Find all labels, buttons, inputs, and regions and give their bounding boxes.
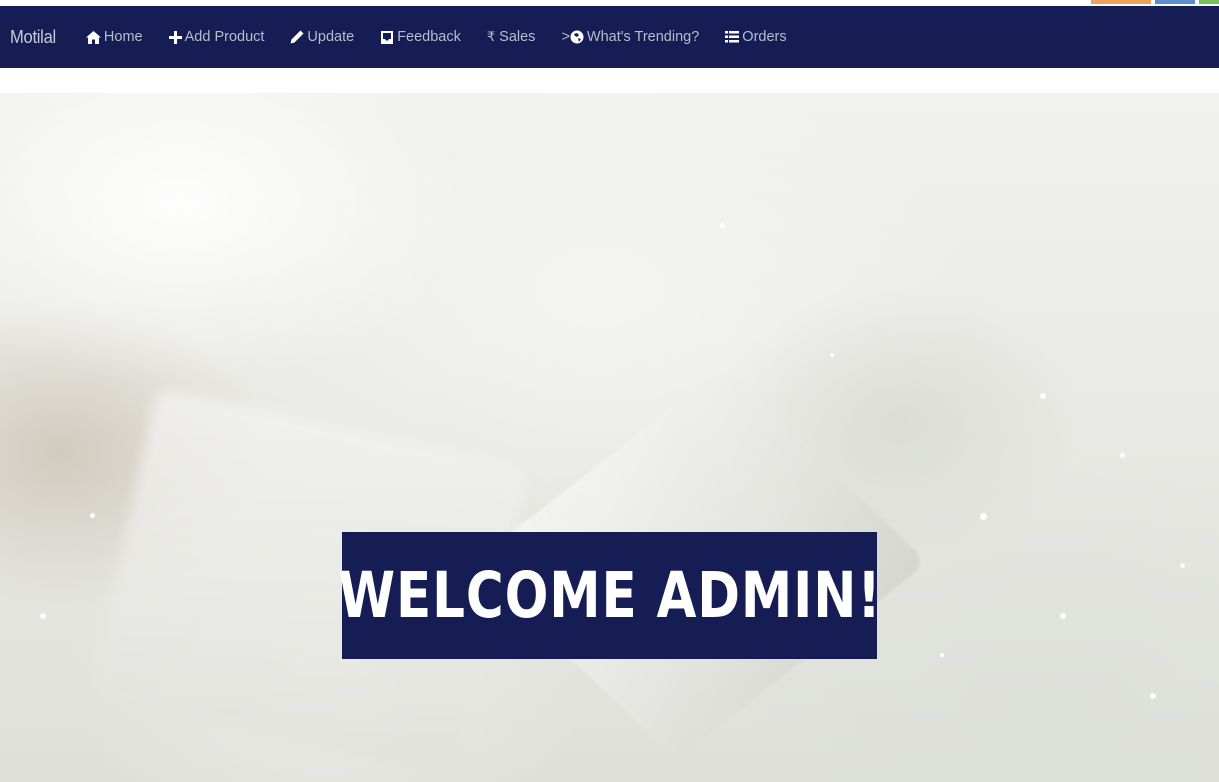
nav-item-label: Sales — [499, 29, 536, 45]
navbar-spacer — [0, 68, 1219, 93]
nav-item-label: What's Trending? — [586, 29, 700, 45]
nav-item-feedback[interactable]: Feedback — [380, 29, 461, 45]
nav-item-label: Orders — [742, 29, 787, 45]
rupee-icon: ₹ — [486, 29, 496, 44]
inbox-icon — [380, 30, 394, 44]
sparkle — [1120, 453, 1125, 458]
sparkle — [1040, 393, 1046, 399]
plus-icon — [168, 30, 182, 44]
trending-prefix: > — [561, 29, 570, 45]
sparkle — [40, 613, 46, 619]
home-icon — [85, 30, 101, 44]
sparkle — [940, 653, 944, 657]
sparkle — [90, 513, 95, 518]
list-icon — [725, 31, 740, 43]
brand-link[interactable]: Motilal — [10, 27, 56, 48]
nav-item-add-product[interactable]: Add Product — [168, 29, 265, 45]
globe-icon — [570, 30, 584, 44]
sparkle — [830, 353, 834, 357]
nav-item-label: Home — [103, 29, 143, 45]
nav-item-home[interactable]: Home — [85, 29, 143, 45]
sparkle — [1150, 693, 1156, 699]
nav-item-sales[interactable]: ₹ Sales — [487, 29, 536, 45]
nav-item-update[interactable]: Update — [290, 29, 354, 45]
navbar: Motilal Home Add Product Update Feedback… — [0, 6, 1219, 68]
nav-item-label: Update — [307, 29, 355, 45]
sparkle — [1180, 563, 1185, 568]
nav-item-whats-trending[interactable]: > What's Trending? — [561, 29, 699, 45]
sparkle — [1060, 613, 1066, 619]
sparkle — [720, 223, 725, 228]
nav-item-orders[interactable]: Orders — [725, 29, 787, 45]
welcome-heading: WELCOME ADMIN! — [337, 558, 882, 633]
pencil-icon — [290, 30, 304, 44]
nav-item-label: Feedback — [397, 29, 461, 45]
sparkle — [980, 513, 987, 520]
nav-item-label: Add Product — [184, 29, 265, 45]
welcome-banner: WELCOME ADMIN! — [338, 532, 880, 659]
hero-banner — [0, 93, 1219, 782]
